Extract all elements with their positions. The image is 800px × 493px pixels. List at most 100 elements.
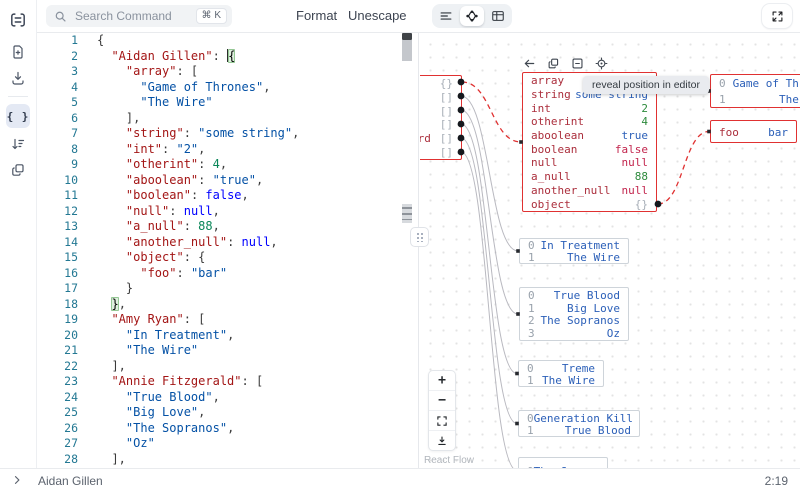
node-row: Alexander Skarsgard[] [420,132,461,146]
code-line: 19 "Amy Ryan": [ [36,312,418,328]
text-view-icon [439,9,453,23]
format-button[interactable]: Format [296,0,337,32]
node-row: 0The Corner [519,459,607,468]
code-line: 14 "another_null": null, [36,235,418,251]
code-line: 21 "The Wire" [36,343,418,359]
node-row: otherint4 [523,115,656,129]
code-line: 20 "In Treatment", [36,328,418,344]
copy-icon[interactable] [546,56,560,70]
code-line: 18 }, [36,297,418,313]
graph-view-icon [465,9,479,23]
node-row: Alice Farmer[] [420,145,461,159]
duplicate-icon[interactable] [6,158,30,182]
graph-node-annie[interactable]: 0True Blood1Big Love2The Sopranos3Oz [519,287,629,341]
sidebar-divider [8,96,28,97]
json-braces-icon[interactable]: { } [6,104,30,128]
text-view-button[interactable] [434,6,458,26]
graph-controls: + − [428,370,456,451]
node-row: 1The Wire [519,374,603,386]
node-row: 0Game of Thrones [711,76,800,92]
code-lines: 1{2 "Aidan Gillen": {3 "array": [4 "Game… [36,33,418,468]
node-row: Aidan Gillen{} [420,77,461,91]
code-line: 27 "Oz" [36,436,418,452]
collapse-node-icon[interactable] [570,56,584,70]
zoom-out-button[interactable]: − [429,391,455,411]
graph-node-amy[interactable]: 0In Treatment1The Wire [519,238,629,264]
search-command-box[interactable]: ⌘ K [46,5,232,27]
graph-node-got[interactable]: 0Game of Thrones1The Wire [710,74,800,108]
chevron-right-icon[interactable] [11,474,23,486]
download-icon[interactable] [6,66,30,90]
table-view-button[interactable] [486,6,510,26]
node-row: Annie Fitzgerald[] [420,104,461,118]
top-bar: ⌘ K Format Unescape [36,0,800,33]
table-view-icon [491,9,505,23]
fullscreen-button[interactable] [762,4,792,28]
back-icon[interactable] [522,56,536,70]
panel-resize-handle[interactable] [410,227,429,247]
code-line: 22 ], [36,359,418,375]
node-row: int2 [523,101,656,115]
code-line: 11 "boolean": false, [36,188,418,204]
fit-view-icon [436,415,448,427]
graph-node-alice[interactable]: 0The Corner [518,457,608,468]
new-document-icon[interactable] [6,40,30,64]
node-row: 0Treme [519,362,603,374]
zoom-in-button[interactable]: + [429,371,455,391]
editor-scrollbar[interactable] [402,33,413,467]
node-row: 1The Wire [520,252,628,264]
code-line: 4 "Game of Thrones", [36,80,418,96]
code-line: 23 "Annie Fitzgerald": [ [36,374,418,390]
code-line: 25 "Big Love", [36,405,418,421]
graph-node-alex[interactable]: 0Generation Kill1True Blood [518,410,640,437]
react-flow-attribution[interactable]: React Flow [424,455,474,466]
search-icon [54,10,67,23]
code-line: 8 "int": "2", [36,142,418,158]
search-input[interactable] [73,8,196,24]
graph-view-button[interactable] [460,6,484,26]
graph-node-foo[interactable]: foobar [710,120,797,143]
node-row: Anwan Glover[] [420,118,461,132]
node-toolbar [522,56,608,70]
code-line: 9 "otherint": 4, [36,157,418,173]
node-row: foobar [711,122,796,142]
fullscreen-icon [771,10,784,23]
node-row: another_nullnull [523,184,656,198]
code-line: 12 "null": null, [36,204,418,220]
code-line: 16 "foo": "bar" [36,266,418,282]
node-row: 3Oz [520,327,628,340]
node-row: nullnull [523,156,656,170]
focus-node-icon[interactable] [594,56,608,70]
json-code-editor[interactable]: 1{2 "Aidan Gillen": {3 "array": [4 "Game… [36,32,418,468]
node-row: 2The Sopranos [520,315,628,328]
code-line: 26 "The Sopranos", [36,421,418,437]
code-line: 28 ], [36,452,418,468]
code-line: 7 "string": "some string", [36,126,418,142]
node-row: 1Big Love [520,302,628,315]
code-line: 2 "Aidan Gillen": { [36,49,418,65]
code-line: 6 ], [36,111,418,127]
transform-icon[interactable] [6,132,30,156]
panel-divider [418,32,419,468]
code-line: 17 } [36,281,418,297]
code-line: 5 "The Wire" [36,95,418,111]
unescape-button[interactable]: Unescape [348,0,407,32]
graph-node-anwan[interactable]: 0Treme1The Wire [518,360,604,387]
scrollbar-thumb[interactable] [402,40,412,61]
code-line: 10 "aboolean": "true", [36,173,418,189]
graph-canvas[interactable]: Aidan Gillen{}Amy Ryan[]Annie Fitzgerald… [420,32,800,468]
scrollbar-decorations [402,204,412,223]
search-shortcut-badge: ⌘ K [196,8,227,24]
node-row: booleanfalse [523,142,656,156]
node-row: Amy Ryan[] [420,91,461,105]
node-row: a_null88 [523,170,656,184]
graph-node-root[interactable]: Aidan Gillen{}Amy Ryan[]Annie Fitzgerald… [420,75,462,160]
download-image-icon [436,435,448,447]
node-row: abooleantrue [523,129,656,143]
view-switcher [432,4,512,28]
fit-view-button[interactable] [429,411,455,431]
download-image-button[interactable] [429,431,455,450]
code-line: 13 "a_null": 88, [36,219,418,235]
app-logo-icon[interactable] [6,8,30,32]
icon-sidebar: { } [0,0,37,468]
